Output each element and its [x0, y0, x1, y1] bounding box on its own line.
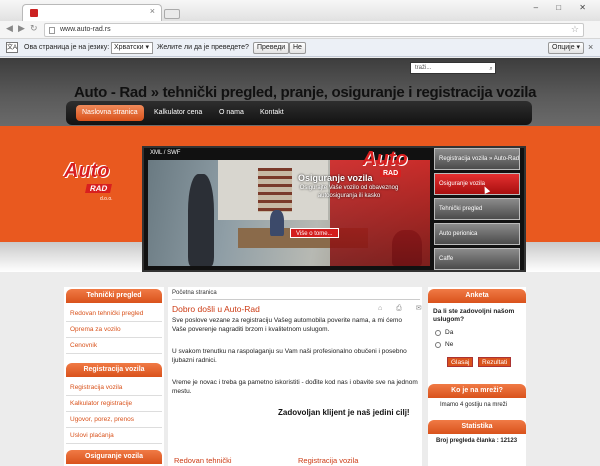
section-tech-inspection[interactable]: Redovan tehnički	[174, 456, 232, 465]
site-logo[interactable]: Auto RAD d.o.o.	[64, 158, 128, 204]
poll-question: Da li ste zadovoljni našom uslugom?	[433, 308, 515, 323]
translate-button[interactable]: Преведи	[253, 42, 290, 54]
article-motto: Zadovoljan klijent je naš jedini cilj!	[278, 408, 410, 417]
sidebar-item-contract[interactable]: Ugovor, porez, prenos	[66, 412, 162, 428]
slide-logo-rad: RAD	[380, 170, 402, 177]
poll-option-no-label: Ne	[445, 341, 454, 348]
poll-option-no-radio[interactable]	[435, 342, 441, 348]
results-button[interactable]: Rezultati	[478, 357, 512, 367]
sidebar-item-pricelist[interactable]: Cenovnik	[66, 338, 162, 354]
translate-prefix: Ова страница је на језику:	[24, 44, 110, 51]
browser-tab[interactable]: ×	[22, 4, 162, 22]
forward-icon[interactable]: ▶	[18, 23, 25, 34]
sidebar-item-reg-calculator[interactable]: Kalkulator registracije	[66, 396, 162, 412]
box-tech-inspection-title: Tehnički pregled	[66, 289, 162, 303]
stats-title: Statistika	[428, 420, 526, 434]
search-icon[interactable]: ⌕	[484, 64, 494, 73]
logo-doo: d.o.o.	[100, 196, 113, 202]
reload-icon[interactable]: ↻	[30, 23, 38, 34]
breadcrumb[interactable]: Početna stranica	[172, 290, 217, 296]
online-count: Imamo 4 gostiju na mreži	[440, 402, 508, 408]
back-icon[interactable]: ◀	[6, 23, 13, 34]
search-placeholder: traži...	[415, 65, 432, 71]
article-title: Dobro došli u Auto-Rad	[172, 304, 260, 314]
new-tab-button[interactable]	[164, 9, 180, 19]
poll-title: Anketa	[428, 289, 526, 303]
bookmark-star-icon[interactable]: ☆	[571, 24, 579, 35]
thumb-inspection[interactable]: Tehnički pregled	[434, 198, 520, 220]
browser-tabstrip: × – □ ✕	[0, 0, 600, 22]
article-paragraph-2: U svakom trenutku na raspolaganju su Vam…	[172, 348, 407, 364]
sidebar-item-regular-inspection[interactable]: Redovan tehnički pregled	[66, 306, 162, 322]
article-paragraph-1: Sve poslove vezane za registraciju Vašeg…	[172, 317, 403, 333]
logo-rad: RAD	[85, 184, 113, 193]
article-pdf-print-email-icons[interactable]: ⌂ ⎙ ✉	[378, 304, 428, 313]
address-bar[interactable]: www.auto-rad.rs ☆	[44, 23, 584, 37]
box-insurance-title: Osiguranje vozila	[66, 450, 162, 464]
box-registration-title: Registracija vozila	[66, 363, 162, 377]
translate-bar: 文A Ова страница је на језику: Хрватски ▾…	[0, 39, 600, 57]
translate-options-button[interactable]: Опције ▾	[548, 42, 585, 54]
xml-swf-label: XML / SWF	[150, 150, 181, 156]
nav-contact[interactable]: Kontakt	[254, 105, 290, 121]
sidebar-item-equipment[interactable]: Oprema za vozilo	[66, 322, 162, 338]
main-nav: Naslovna stranica Kalkulator cena O nama…	[66, 101, 532, 125]
slide-more-button[interactable]: Više o tome...	[290, 228, 339, 238]
thumb-caffe[interactable]: Caffe	[434, 248, 520, 270]
nav-calculator[interactable]: Kalkulator cena	[148, 105, 208, 121]
site-search-input[interactable]: traži... ⌕	[410, 62, 496, 74]
page-icon	[49, 27, 55, 34]
close-tab-icon[interactable]: ×	[150, 6, 155, 16]
logo-auto: Auto	[64, 160, 110, 182]
translate-options-label: Опције	[552, 44, 575, 51]
close-translate-icon[interactable]: ×	[588, 42, 593, 52]
online-title: Ko je na mreži?	[428, 384, 526, 398]
browser-toolbar: ◀ ▶ ↻ www.auto-rad.rs ☆	[0, 21, 600, 39]
article-paragraph-3: Vreme je novac i treba ga pametno iskori…	[172, 379, 418, 395]
slide-person-middle	[270, 210, 284, 236]
poll-option-yes-label: Da	[445, 329, 454, 336]
poll-option-yes-radio[interactable]	[435, 330, 441, 336]
slide-title: Osiguranje vozila	[298, 173, 373, 183]
translate-icon: 文A	[6, 42, 18, 53]
breadcrumb-divider	[172, 299, 420, 300]
thumb-carwash[interactable]: Auto perionica	[434, 223, 520, 245]
slide-text: Osigurajte Vaše vozilo od obaveznog auto…	[299, 185, 399, 199]
stats-article-views: Broj pregleda članka : 12123	[436, 438, 518, 444]
vote-button[interactable]: Glasaj	[447, 357, 474, 367]
language-select-value: Хрватски	[114, 44, 144, 51]
sidebar-item-registration[interactable]: Registracija vozila	[66, 380, 162, 396]
slide-logo-auto: Auto	[362, 148, 408, 170]
favicon-icon	[30, 9, 38, 17]
nav-home[interactable]: Naslovna stranica	[76, 105, 144, 121]
nav-about[interactable]: O nama	[213, 105, 250, 121]
thumb-registration[interactable]: Registracija vozila » Auto-Rad	[434, 148, 520, 170]
url-text: www.auto-rad.rs	[60, 26, 111, 33]
thumb-insurance[interactable]: Osiguranje vozila	[434, 173, 520, 195]
window-controls[interactable]: – □ ✕	[534, 3, 594, 12]
translate-question: Желите ли да је преведете?	[157, 44, 249, 51]
section-registration[interactable]: Registracija vozila	[298, 456, 358, 465]
sidebar-item-payment[interactable]: Uslovi plaćanja	[66, 428, 162, 444]
language-select[interactable]: Хрватски ▾	[111, 42, 153, 54]
site-title: Auto - Rad » tehnički pregled, pranje, o…	[74, 84, 537, 101]
no-translate-button[interactable]: Не	[289, 42, 306, 54]
slide-person-left	[188, 174, 214, 266]
